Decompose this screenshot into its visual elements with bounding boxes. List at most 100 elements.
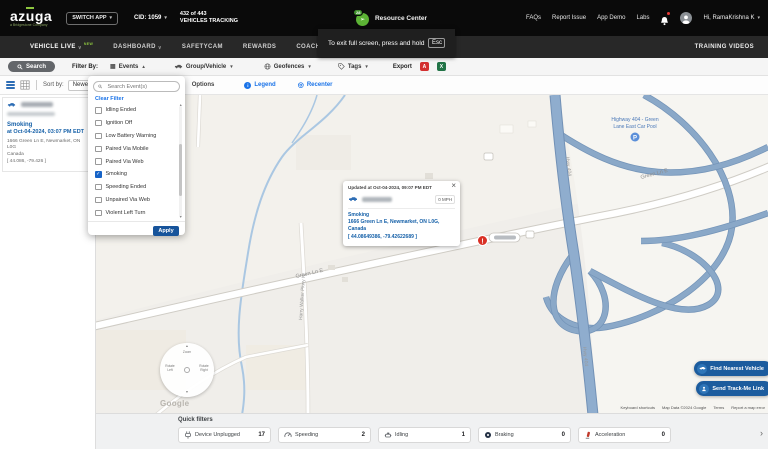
quick-filter-acceleration[interactable]: Acceleration 0 [578, 427, 671, 443]
checkbox-checked-icon[interactable]: ✓ [95, 171, 102, 178]
info-icon: i [244, 81, 252, 89]
event-option-paired-mobile[interactable]: Paired Via Mobile [88, 142, 185, 155]
terms-link[interactable]: Terms [713, 405, 724, 410]
checkbox-icon[interactable] [95, 196, 102, 204]
event-marker[interactable]: ! [477, 235, 488, 246]
checkbox-icon[interactable] [95, 107, 102, 114]
nav-rewards[interactable]: REWARDS [243, 44, 276, 50]
event-search-input[interactable] [105, 82, 175, 91]
recenter-button[interactable]: ◎ Recenter [298, 82, 333, 89]
event-option-ignition-off[interactable]: Ignition Off [88, 117, 185, 130]
event-option-violent-left-turn[interactable]: Violent Left Turn [88, 206, 185, 219]
checkbox-icon[interactable] [95, 119, 102, 127]
zoom-control-label[interactable]: Zoom [160, 350, 214, 355]
event-time: at Oct-04-2024, 03:07 PM EDT [7, 128, 85, 135]
group-vehicle-filter-button[interactable]: Group/Vehicle ▼ [174, 64, 234, 70]
rotate-right-control[interactable]: Rotate Right [197, 364, 211, 373]
address-line-2: Canada [7, 151, 24, 157]
event-search-box[interactable] [93, 81, 180, 92]
vehicle-map-label[interactable] [488, 232, 521, 243]
nav-coach[interactable]: COACH [296, 44, 320, 50]
event-option-speeding-ended[interactable]: Speeding Ended [88, 181, 185, 194]
quick-filter-braking[interactable]: Braking 0 [478, 427, 571, 443]
app-demo-link[interactable]: App Demo [597, 15, 625, 21]
switch-app-button[interactable]: SWITCH APP ▾ [66, 11, 119, 25]
search-button[interactable]: Search [8, 61, 56, 72]
map-canvas[interactable]: Green Ln E Green Ln E Hwy 404 Hwy 404 Ha… [96, 95, 768, 415]
legend-button[interactable]: i Legend [244, 81, 276, 89]
user-menu[interactable]: Hi, RamaKrishna K ▾ [703, 15, 760, 21]
poi-label-carpool-1: Highway 404 - Green [611, 117, 658, 123]
options-button[interactable]: Options [192, 82, 215, 88]
divider [348, 207, 455, 209]
event-option-smoking[interactable]: ✓ Smoking [88, 168, 185, 181]
quick-filter-idling[interactable]: Idling 1 [378, 427, 471, 443]
compass-center-icon[interactable] [184, 367, 190, 373]
export-excel-icon[interactable]: X [436, 62, 446, 71]
close-icon[interactable]: × [451, 182, 456, 190]
scrollbar[interactable] [179, 106, 182, 218]
nav-vehicle-live[interactable]: VEHICLE LIVE ∨ NEW [30, 42, 93, 51]
top-right-links: FAQs Report Issue App Demo Labs Hi, Rama… [526, 12, 760, 26]
report-map-error-link[interactable]: Report a map error [731, 405, 765, 410]
event-option-idling-ended[interactable]: Idling Ended [88, 104, 185, 117]
checkbox-icon[interactable] [95, 145, 102, 153]
geofences-filter-button[interactable]: Geofences ▼ [264, 63, 312, 70]
nav-dashboard[interactable]: DASHBOARD ∨ [113, 44, 162, 51]
export-pdf-icon[interactable]: A [419, 62, 429, 71]
events-filter-dropdown: Clear Filter ▲ Idling Ended Ignition Off… [88, 76, 185, 236]
avatar[interactable] [680, 12, 693, 24]
rotate-left-control[interactable]: Rotate Left [163, 364, 177, 373]
event-option-low-battery[interactable]: Low Battery Warning [88, 130, 185, 143]
notifications-bell-icon[interactable] [660, 12, 671, 26]
event-option-unpaired-web[interactable]: Unpaired Via Web [88, 194, 185, 207]
switch-app-label: SWITCH APP [72, 15, 107, 21]
grid-view-icon[interactable] [20, 80, 30, 90]
tags-filter-button[interactable]: Tags ▼ [338, 63, 369, 70]
person-pin-icon [699, 383, 710, 394]
quick-filter-count: 0 [561, 432, 565, 438]
clear-filter-link[interactable]: Clear Filter [95, 96, 185, 102]
scroll-down-icon[interactable]: ▼ [179, 215, 182, 220]
apply-button[interactable]: Apply [153, 225, 179, 236]
arrow-up-icon[interactable]: ▲ [160, 344, 214, 349]
quick-filter-speeding[interactable]: Speeding 2 [278, 427, 371, 443]
event-option-paired-web[interactable]: Paired Via Web [88, 155, 185, 168]
chevron-down-icon: ∨ [157, 44, 162, 51]
nav-safetycam[interactable]: SAFETYCAM [182, 44, 223, 50]
training-videos-link[interactable]: TRAINING VIDEOS [695, 44, 754, 50]
address-line-1: 1666 Green Ln E, Newmarket, ON L0G [7, 138, 81, 151]
vehicle-card[interactable]: Smoking at Oct-04-2024, 03:07 PM EDT 166… [2, 97, 92, 173]
send-track-me-link-button[interactable]: Send Track-Me Link [696, 381, 768, 396]
quick-filters-next-icon[interactable]: › [760, 429, 763, 438]
quick-filter-device-unplugged[interactable]: Device Unplugged 17 [178, 427, 271, 443]
find-nearest-vehicle-button[interactable]: Find Nearest Vehicle [694, 361, 768, 376]
resource-center[interactable]: ➢ 28 Resource Center [352, 8, 427, 26]
keyboard-shortcuts-link[interactable]: Keyboard shortcuts [621, 405, 655, 410]
checkbox-icon[interactable] [95, 183, 102, 191]
resource-center-icon: ➢ 28 [352, 8, 371, 26]
quick-filters-bar: Quick filters Device Unplugged 17 Speedi… [96, 413, 768, 449]
logo-text: az [10, 7, 26, 24]
event-option-label: Low Battery Warning [105, 132, 157, 139]
tag-icon [338, 63, 345, 70]
checkbox-icon[interactable] [95, 209, 102, 217]
labs-link[interactable]: Labs [636, 15, 649, 21]
globe-icon [264, 63, 271, 70]
search-icon [98, 84, 103, 89]
events-label: Events [118, 63, 139, 70]
events-filter-button[interactable]: ▦ Events ▲ [110, 64, 146, 70]
scrollbar-thumb[interactable] [179, 144, 182, 196]
checkbox-icon[interactable] [95, 132, 102, 140]
arrow-down-icon[interactable]: ▼ [160, 390, 214, 395]
faqs-link[interactable]: FAQs [526, 15, 541, 21]
map-rotate-control[interactable]: ▲ Zoom Rotate Left Rotate Right ▼ [160, 343, 214, 397]
azuga-logo[interactable]: azuga a Bridgestone Company [10, 9, 52, 28]
cid-selector[interactable]: CID: 1059 ▾ [134, 15, 167, 21]
user-greeting: Hi, RamaKrishna K [703, 15, 755, 21]
checkbox-icon[interactable] [95, 158, 102, 165]
azuga-vehicle-live-app: azuga a Bridgestone Company SWITCH APP ▾… [0, 0, 768, 449]
pedal-icon [585, 431, 590, 439]
report-issue-link[interactable]: Report Issue [552, 15, 586, 21]
list-view-icon[interactable] [6, 81, 15, 89]
